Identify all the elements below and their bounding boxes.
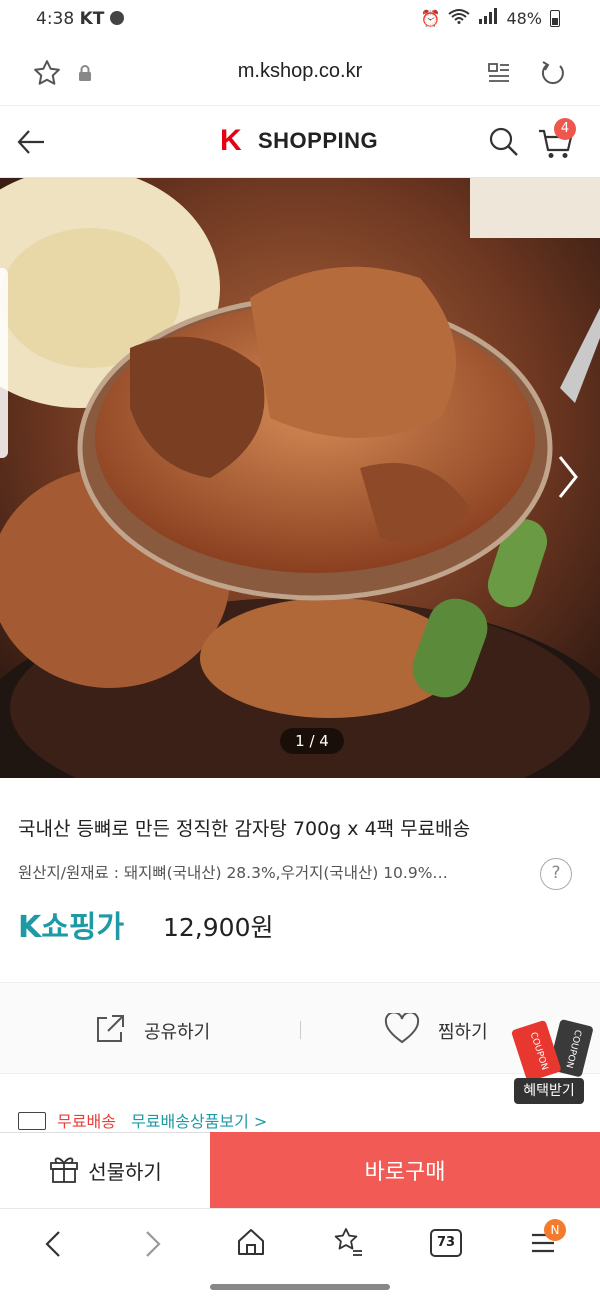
- menu-new-badge: N: [544, 1219, 566, 1241]
- product-price: 12,900원: [163, 913, 274, 942]
- gift-label: 선물하기: [88, 1160, 162, 1184]
- logo-k: K: [220, 124, 242, 157]
- buy-now-button[interactable]: 바로구매: [210, 1132, 600, 1208]
- nav-back-icon[interactable]: [42, 1229, 64, 1263]
- reader-mode-icon[interactable]: [486, 60, 512, 90]
- product-origin: 원산지/원재료 : 돼지뼈(국내산) 28.3%,우거지(국내산) 10.9%…: [18, 864, 448, 882]
- nav-tabs-button[interactable]: 73: [430, 1229, 462, 1257]
- share-icon: [94, 1013, 126, 1049]
- kshopping-logo[interactable]: K SHOPPING: [220, 126, 378, 156]
- logo-text: SHOPPING: [258, 128, 379, 153]
- browser-address-bar: m.kshop.co.kr: [0, 40, 600, 106]
- product-photo: [0, 178, 600, 778]
- free-shipping-link[interactable]: 무료배송상품보기 >: [131, 1112, 267, 1131]
- site-header: K SHOPPING 4: [0, 106, 600, 178]
- action-divider: [300, 1021, 301, 1039]
- gallery-counter: 1 / 4: [280, 728, 344, 754]
- bottom-buttons: 선물하기 바로구매: [0, 1132, 600, 1208]
- coupon-label[interactable]: 혜택받기: [514, 1078, 584, 1104]
- search-icon[interactable]: [488, 126, 520, 162]
- wifi-icon: [448, 8, 471, 28]
- signal-icon: [478, 8, 498, 28]
- share-button[interactable]: 공유하기: [94, 1013, 210, 1049]
- nav-home-icon[interactable]: [236, 1227, 266, 1261]
- shipping-line: 무료배송 무료배송상품보기 >: [18, 1108, 267, 1132]
- price-label: K쇼핑가: [18, 910, 125, 945]
- gallery-prev-tab[interactable]: [0, 268, 8, 458]
- help-icon[interactable]: ?: [540, 858, 572, 890]
- gift-icon: [48, 1152, 80, 1189]
- status-time: 4:38 KT: [36, 9, 124, 29]
- truck-icon: [18, 1112, 46, 1130]
- refresh-icon[interactable]: [538, 58, 568, 92]
- gallery-next-icon[interactable]: [556, 453, 580, 505]
- heart-icon: [384, 1011, 420, 1049]
- gift-button[interactable]: 선물하기: [0, 1132, 210, 1208]
- alarm-icon: ⏰: [420, 8, 441, 28]
- gesture-home-bar[interactable]: [210, 1284, 390, 1290]
- status-bar: 4:38 KT ⏰ 48%: [0, 0, 600, 40]
- product-title: 국내산 등뼈로 만든 정직한 감자탕 700g x 4팩 무료배송: [18, 818, 471, 840]
- free-shipping-label: 무료배송: [57, 1112, 116, 1131]
- cart-count-badge: 4: [554, 118, 576, 140]
- wish-button[interactable]: 찜하기: [384, 1011, 488, 1049]
- nav-bookmarks-icon[interactable]: [332, 1226, 364, 1262]
- browser-nav-bar: 73 N: [0, 1208, 600, 1278]
- battery-percent: 48%: [506, 8, 542, 28]
- share-label: 공유하기: [144, 1022, 211, 1043]
- product-image-gallery[interactable]: 1 / 4: [0, 178, 600, 778]
- status-notification-icon: [109, 11, 124, 25]
- wish-label: 찜하기: [438, 1022, 488, 1043]
- nav-forward-icon[interactable]: [142, 1229, 164, 1263]
- status-right: ⏰ 48%: [421, 8, 560, 28]
- battery-icon: [550, 9, 560, 27]
- coupon-icon: COUPON COUPON: [511, 1019, 593, 1080]
- back-arrow-icon[interactable]: [16, 128, 46, 160]
